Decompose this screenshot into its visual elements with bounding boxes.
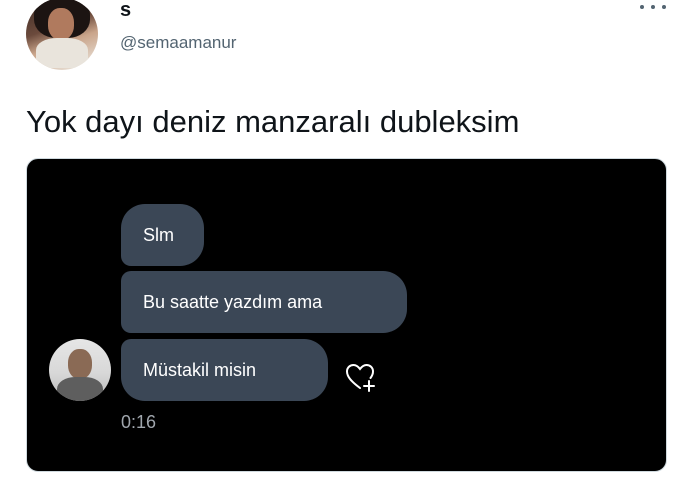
avatar-hands (36, 38, 88, 68)
tweet-text: Yok dayı deniz manzaralı dubleksim (26, 104, 520, 139)
more-dot (640, 5, 644, 9)
heart-add-icon[interactable] (343, 361, 377, 393)
more-dot (651, 5, 655, 9)
tweet-media[interactable]: Slm Bu saatte yazdım ama Müstakil misin … (26, 158, 667, 472)
message-bubble: Bu saatte yazdım ama (121, 271, 407, 333)
message-timestamp: 0:16 (121, 412, 157, 432)
author-handle[interactable]: @semaamanur (120, 33, 236, 53)
message-bubble: Slm (121, 204, 204, 266)
more-dot (662, 5, 666, 9)
message-text: Bu saatte yazdım ama (143, 292, 323, 312)
sender-head (68, 349, 92, 379)
author-avatar[interactable] (26, 0, 98, 70)
tweet-header: s @semaamanur (0, 0, 690, 80)
message-text: Slm (143, 225, 174, 245)
author-name[interactable]: s (120, 0, 131, 20)
avatar-face (48, 8, 74, 40)
message-bubble: Müstakil misin (121, 339, 328, 401)
sender-avatar (49, 339, 111, 401)
message-text: Müstakil misin (143, 360, 257, 380)
sender-shirt (57, 377, 103, 401)
more-icon[interactable] (640, 0, 666, 14)
